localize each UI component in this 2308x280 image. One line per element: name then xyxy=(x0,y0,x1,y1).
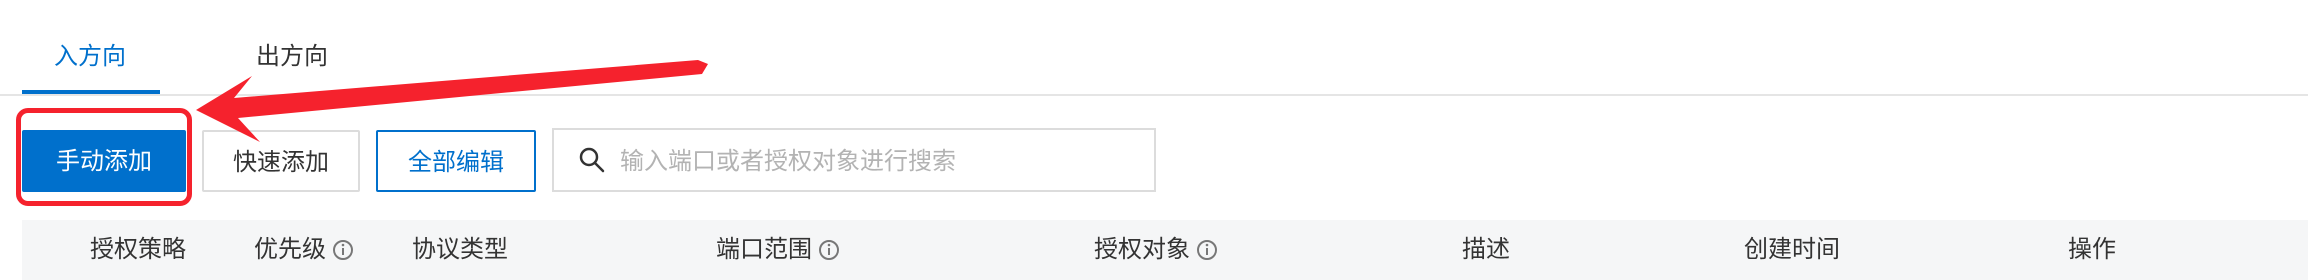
column-priority: 优先级 xyxy=(254,234,354,264)
quick-add-button[interactable]: 快速添加 xyxy=(202,130,360,192)
table-header: 授权策略 优先级 协议类型 端口范围 授权对象 描述 创建时间 操作 xyxy=(22,220,2308,280)
tab-outbound[interactable]: 出方向 xyxy=(256,38,328,74)
column-description: 描述 xyxy=(1462,235,1510,263)
column-auth-policy: 授权策略 xyxy=(90,235,186,263)
column-port-range: 端口范围 xyxy=(716,234,840,264)
search-box[interactable] xyxy=(552,128,1156,192)
tabs-divider xyxy=(0,94,2308,96)
column-auth-object: 授权对象 xyxy=(1094,234,1218,264)
search-icon xyxy=(579,147,605,173)
info-icon xyxy=(1197,240,1217,260)
column-actions: 操作 xyxy=(2068,235,2116,263)
column-created-time: 创建时间 xyxy=(1744,235,1840,263)
search-input[interactable] xyxy=(618,138,1142,184)
column-protocol: 协议类型 xyxy=(412,235,508,263)
direction-tabs: 入方向 出方向 xyxy=(0,0,2308,96)
info-icon xyxy=(819,240,839,260)
tab-inbound[interactable]: 入方向 xyxy=(54,38,126,74)
edit-all-button[interactable]: 全部编辑 xyxy=(376,130,536,192)
info-icon xyxy=(333,240,353,260)
manual-add-button[interactable]: 手动添加 xyxy=(22,130,186,192)
